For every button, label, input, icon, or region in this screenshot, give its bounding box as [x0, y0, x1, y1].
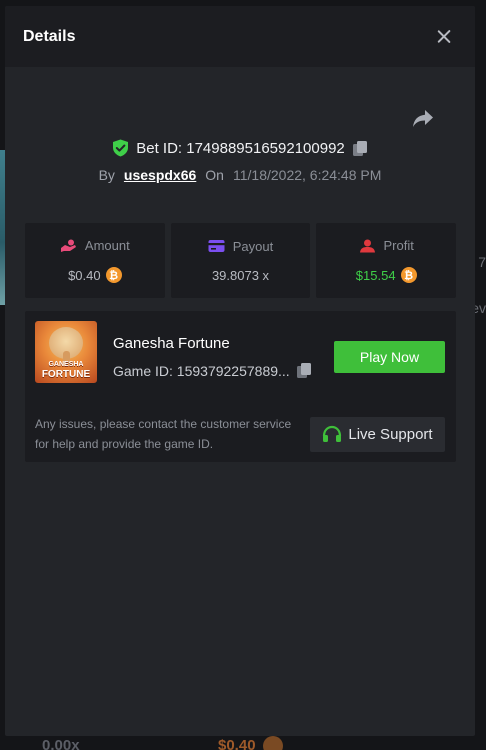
bitcoin-icon: ₿: [400, 267, 417, 283]
background-amount: $0.40: [218, 737, 256, 750]
payout-card: Payout 39.8073 x: [170, 223, 311, 298]
live-support-label: Live Support: [348, 426, 433, 443]
bet-id-row: Bet ID: 1749889516592100992: [5, 139, 475, 157]
background-payout: 0.00x: [42, 737, 80, 750]
bet-details-modal: Details Bet ID: 1749889516592100992 By u…: [5, 6, 475, 736]
headset-icon: [323, 425, 342, 442]
profit-value: $15.54: [355, 267, 396, 283]
payout-value: 39.8073 x: [211, 267, 270, 283]
share-icon[interactable]: [412, 109, 434, 129]
copy-icon[interactable]: [352, 140, 368, 157]
modal-title: Details: [23, 27, 76, 45]
play-now-button[interactable]: Play Now: [334, 341, 445, 373]
copy-icon[interactable]: [296, 362, 312, 379]
amount-label: Amount: [84, 238, 130, 253]
amount-value: $0.40: [68, 267, 101, 283]
on-label: On: [205, 167, 224, 183]
thumbnail-text: FORTUNE: [41, 369, 91, 380]
username-link[interactable]: usespdx66: [124, 167, 196, 183]
amount-card: Amount $0.40 ₿: [25, 223, 165, 298]
shield-check-icon: [113, 139, 129, 157]
game-id-row: Game ID: 1593792257889...: [113, 362, 312, 379]
by-label: By: [98, 167, 115, 183]
payout-label: Payout: [232, 238, 274, 254]
modal-header: Details: [5, 6, 475, 67]
profit-label: Profit: [383, 238, 414, 253]
game-panel: GANESHA FORTUNE Ganesha Fortune Game ID:…: [25, 311, 456, 462]
support-message: Any issues, please contact the customer …: [35, 417, 292, 451]
hand-coins-icon: [60, 239, 76, 252]
profit-card: Profit $15.54 ₿: [316, 223, 457, 298]
background-text: 7: [478, 254, 486, 270]
bet-id: Bet ID: 1749889516592100992: [136, 139, 345, 157]
card-icon: [208, 240, 225, 252]
thumbnail-text: GANESHA: [48, 361, 84, 368]
bet-datetime: 11/18/2022, 6:24:48 PM: [232, 167, 382, 183]
background-bottom-row: 0.00x $0.40: [0, 736, 486, 750]
game-id: Game ID: 1593792257889...: [113, 362, 290, 379]
live-support-button[interactable]: Live Support: [310, 417, 445, 452]
close-icon[interactable]: [433, 26, 455, 48]
game-thumbnail[interactable]: GANESHA FORTUNE: [35, 321, 97, 383]
bet-meta-row: By usespdx66 On 11/18/2022, 6:24:48 PM: [5, 167, 475, 183]
bet-stats: Amount $0.40 ₿ Payout 39.8073 x Profit $…: [25, 223, 457, 298]
user-profit-icon: [359, 239, 375, 252]
game-title[interactable]: Ganesha Fortune: [113, 335, 230, 352]
background-coin-icon: [263, 736, 283, 750]
bitcoin-icon: ₿: [105, 267, 122, 283]
